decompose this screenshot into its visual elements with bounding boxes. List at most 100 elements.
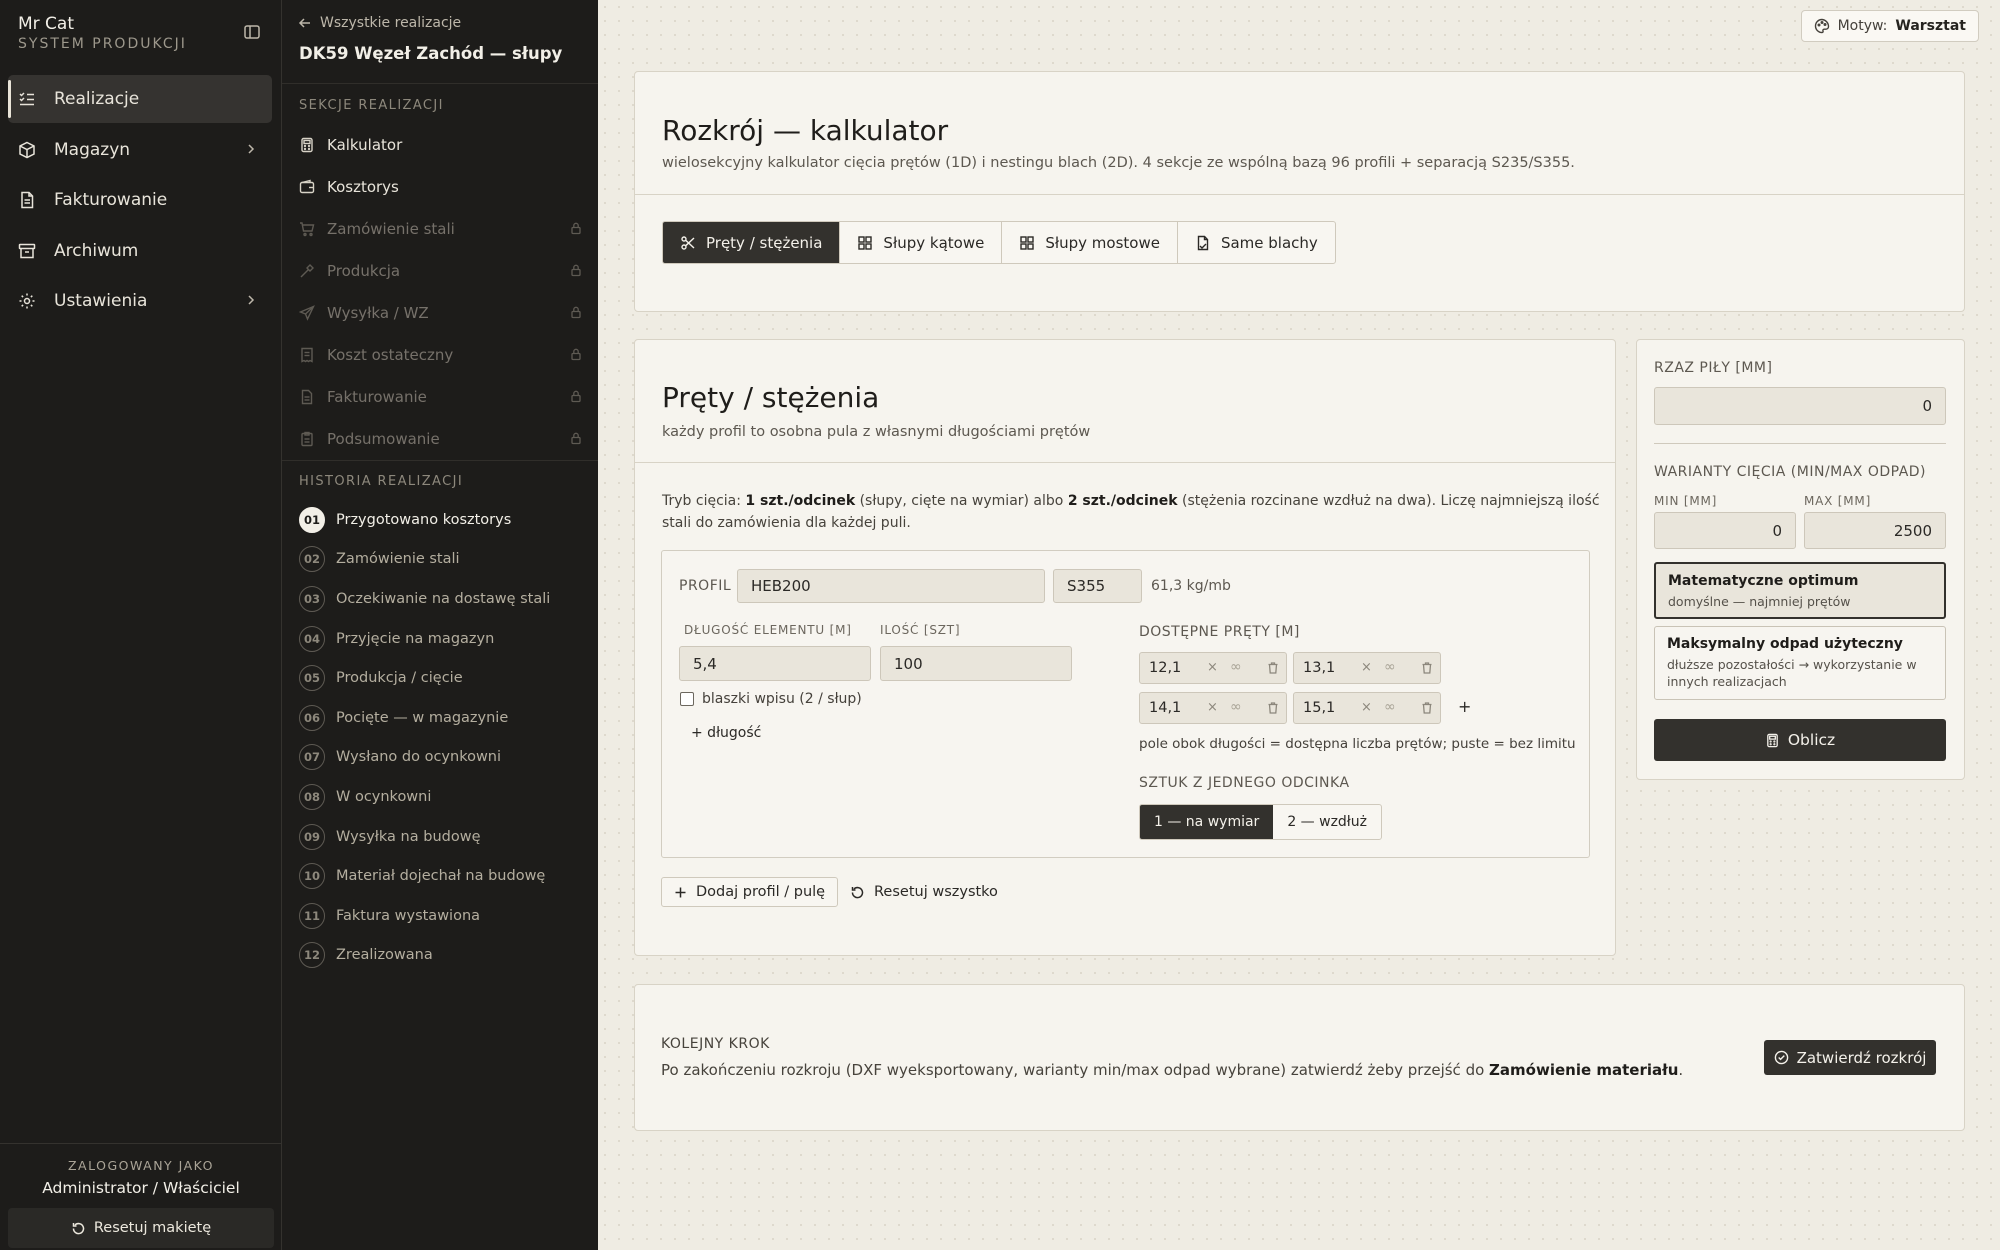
- nav-item-archiwum[interactable]: Archiwum: [8, 227, 272, 275]
- profile-input[interactable]: HEB200: [737, 569, 1045, 603]
- bar-limit[interactable]: ∞: [1230, 699, 1242, 715]
- pieces-label: SZTUK Z JEDNEGO ODCINKA: [1139, 775, 1350, 791]
- tab-slupy-katowe[interactable]: Słupy kątowe: [840, 222, 1003, 263]
- trash-icon[interactable]: [1266, 661, 1280, 675]
- rotate-ccw-icon: [850, 885, 865, 900]
- compute-button[interactable]: Oblicz: [1654, 719, 1946, 761]
- nav-item-magazyn[interactable]: Magazyn: [8, 126, 272, 174]
- page-title: Rozkrój — kalkulator: [662, 114, 949, 147]
- trash-icon[interactable]: [1420, 661, 1434, 675]
- history-step[interactable]: 01 Przygotowano kosztorys: [299, 500, 583, 540]
- kerf-input[interactable]: 0: [1654, 387, 1946, 425]
- brand[interactable]: Mr Cat SYSTEM PRODUKCJI: [18, 14, 187, 52]
- tab-same-blachy[interactable]: Same blachy: [1178, 222, 1335, 263]
- section-item-fakturowanie[interactable]: Fakturowanie: [299, 376, 583, 418]
- history-step[interactable]: 11 Faktura wystawiona: [299, 896, 583, 936]
- multiply-icon: ×: [1207, 700, 1218, 715]
- history-step[interactable]: 12 Zrealizowana: [299, 936, 583, 976]
- trash-icon[interactable]: [1420, 701, 1434, 715]
- add-length-button[interactable]: + długość: [691, 725, 761, 741]
- bar-limit[interactable]: ∞: [1384, 659, 1396, 675]
- arrow-left-icon: [298, 16, 312, 30]
- bar-value: 14,1: [1149, 700, 1182, 716]
- theme-switcher[interactable]: Motyw: Warsztat: [1800, 10, 1979, 42]
- nav-item-ustawienia[interactable]: Ustawienia: [8, 277, 272, 325]
- project-history: 01 Przygotowano kosztorys 02 Zamówienie st…: [299, 500, 583, 975]
- history-step[interactable]: 05 Produkcja / cięcie: [299, 658, 583, 698]
- steel-grade-select[interactable]: S355: [1053, 569, 1142, 603]
- section-item-podsumowanie[interactable]: Podsumowanie: [299, 418, 583, 460]
- variant-math-optimum[interactable]: Matematyczne optimum domyślne — najmniej…: [1654, 562, 1946, 619]
- pieces-option-1[interactable]: 1 — na wymiar: [1140, 805, 1274, 839]
- history-step[interactable]: 07 Wysłano do ocynkowni: [299, 738, 583, 778]
- element-length-input[interactable]: 5,4: [679, 646, 871, 681]
- history-step[interactable]: 09 Wysyłka na budowę: [299, 817, 583, 857]
- tab-slupy-mostowe[interactable]: Słupy mostowe: [1002, 222, 1178, 263]
- add-pool-button[interactable]: Dodaj profil / pulę: [661, 877, 839, 907]
- section-item-wysylka[interactable]: Wysyłka / WZ: [299, 292, 583, 334]
- variant-title: Maksymalny odpad użyteczny: [1667, 636, 1903, 652]
- history-step[interactable]: 10 Materiał dojechał na budowę: [299, 856, 583, 896]
- grid-icon: [857, 235, 873, 251]
- variant-max-useful-waste[interactable]: Maksymalny odpad użyteczny dłuższe pozos…: [1654, 626, 1946, 700]
- bar-length-field[interactable]: 14,1 × ∞: [1139, 692, 1287, 724]
- multiply-icon: ×: [1207, 660, 1218, 675]
- back-to-projects-link[interactable]: Wszystkie realizacje: [298, 15, 461, 31]
- section-item-koszt-ostateczny[interactable]: Koszt ostateczny: [299, 334, 583, 376]
- lock-icon: [569, 431, 583, 445]
- step-label: Przygotowano kosztorys: [336, 511, 512, 528]
- trash-icon[interactable]: [1266, 701, 1280, 715]
- step-label: Oczekiwanie na dostawę stali: [336, 590, 551, 607]
- history-step[interactable]: 04 Przyjęcie na magazyn: [299, 619, 583, 659]
- min-waste-input[interactable]: 0: [1654, 512, 1796, 549]
- add-bar-button[interactable]: +: [1458, 697, 1471, 716]
- history-step[interactable]: 06 Pocięte — w magazynie: [299, 698, 583, 738]
- step-number: 08: [299, 783, 325, 810]
- bar-length-field[interactable]: 15,1 × ∞: [1293, 692, 1441, 724]
- history-step[interactable]: 02 Zamówienie stali: [299, 540, 583, 580]
- history-step[interactable]: 08 W ocynkowni: [299, 777, 583, 817]
- section-item-zamowienie-stali[interactable]: Zamówienie stali: [299, 208, 583, 250]
- history-step[interactable]: 03 Oczekiwanie na dostawę stali: [299, 579, 583, 619]
- tab-label: Pręty / stężenia: [706, 233, 823, 252]
- nav-item-realizacje[interactable]: Realizacje: [8, 75, 272, 123]
- bar-value: 13,1: [1303, 660, 1336, 676]
- wpis-plates-checkbox[interactable]: [680, 692, 694, 706]
- section-item-produkcja[interactable]: Produkcja: [299, 250, 583, 292]
- variant-title: Matematyczne optimum: [1668, 573, 1859, 589]
- mode-option-1: 1 szt./odcinek: [745, 493, 856, 509]
- reset-mockup-label: Resetuj makietę: [93, 1220, 212, 1236]
- sidebar-toggle-icon[interactable]: [242, 22, 262, 42]
- card-header: Pręty / stężenia każdy profil to osobna …: [635, 340, 1615, 463]
- section-label: Produkcja: [327, 262, 401, 280]
- section-item-kosztorys[interactable]: Kosztorys: [299, 166, 583, 208]
- profile-label: PROFIL: [679, 578, 732, 594]
- mode-text-mid: (słupy, cięte na wymiar) albo: [855, 493, 1068, 509]
- max-waste-input[interactable]: 2500: [1804, 512, 1946, 549]
- bar-limit[interactable]: ∞: [1384, 699, 1396, 715]
- gear-icon: [18, 292, 36, 310]
- confirm-label: Zatwierdź rozkrój: [1796, 1048, 1927, 1067]
- step-number: 07: [299, 744, 325, 771]
- tab-prety-stezenia[interactable]: Pręty / stężenia: [663, 222, 841, 263]
- pieces-option-2[interactable]: 2 — wzdłuż: [1273, 805, 1381, 839]
- nav-item-fakturowanie[interactable]: Fakturowanie: [8, 176, 272, 224]
- next-step-text: Po zakończeniu rozkroju (DXF wyeksportow…: [661, 1061, 1683, 1079]
- section-title: Pręty / stężenia: [662, 381, 880, 414]
- hammer-icon: [299, 263, 315, 279]
- step-label: Materiał dojechał na budowę: [336, 868, 546, 885]
- bar-limit[interactable]: ∞: [1230, 659, 1242, 675]
- step-number: 10: [299, 863, 325, 890]
- bar-length-field[interactable]: 12,1 × ∞: [1139, 652, 1287, 684]
- wallet-icon: [299, 179, 315, 195]
- section-item-kalkulator[interactable]: Kalkulator: [299, 124, 583, 166]
- page-subtitle: wielosekcyjny kalkulator cięcia prętów (…: [662, 155, 1575, 171]
- check-circle-icon: [1774, 1050, 1789, 1065]
- reset-all-button[interactable]: Resetuj wszystko: [850, 877, 998, 907]
- step-number: 02: [299, 546, 325, 573]
- bar-length-field[interactable]: 13,1 × ∞: [1293, 652, 1441, 684]
- reset-mockup-button[interactable]: Resetuj makietę: [8, 1208, 274, 1248]
- quantity-input[interactable]: 100: [880, 646, 1072, 681]
- list-check-icon: [18, 90, 36, 108]
- confirm-cutting-button[interactable]: Zatwierdź rozkrój: [1764, 1040, 1936, 1075]
